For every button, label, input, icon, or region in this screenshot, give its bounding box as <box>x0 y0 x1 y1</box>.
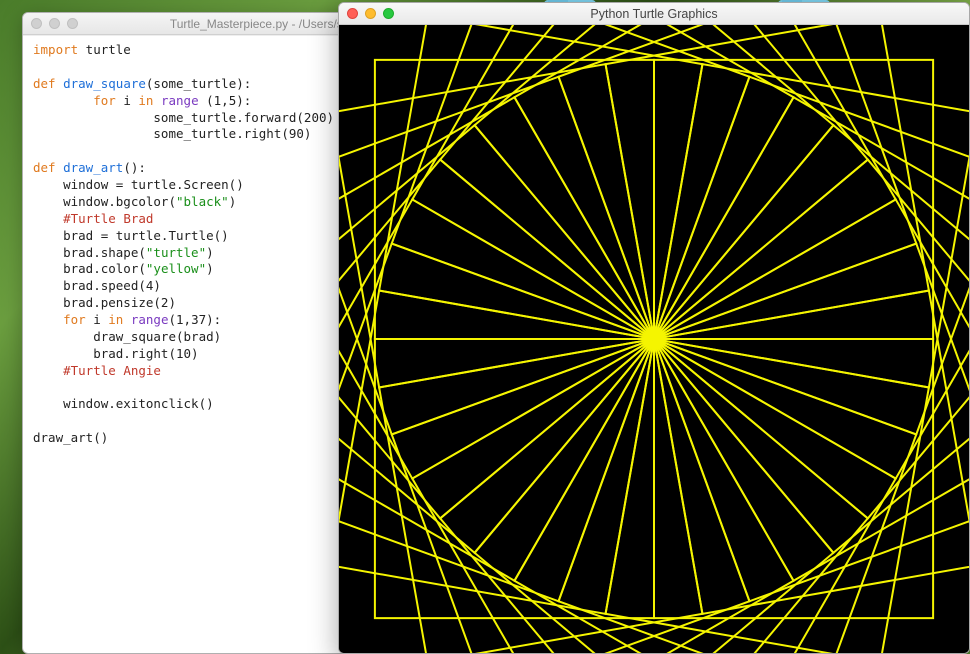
close-button[interactable] <box>347 8 358 19</box>
zoom-button-inactive[interactable] <box>67 18 78 29</box>
turtle-graphics-window[interactable]: Python Turtle Graphics <box>338 2 970 654</box>
traffic-lights <box>31 18 78 29</box>
traffic-lights <box>347 8 394 19</box>
turtle-canvas[interactable] <box>339 25 969 653</box>
close-button-inactive[interactable] <box>31 18 42 29</box>
minimize-button[interactable] <box>365 8 376 19</box>
turtle-titlebar[interactable]: Python Turtle Graphics <box>339 3 969 25</box>
minimize-button-inactive[interactable] <box>49 18 60 29</box>
turtle-window-title: Python Turtle Graphics <box>590 7 717 21</box>
zoom-button[interactable] <box>383 8 394 19</box>
